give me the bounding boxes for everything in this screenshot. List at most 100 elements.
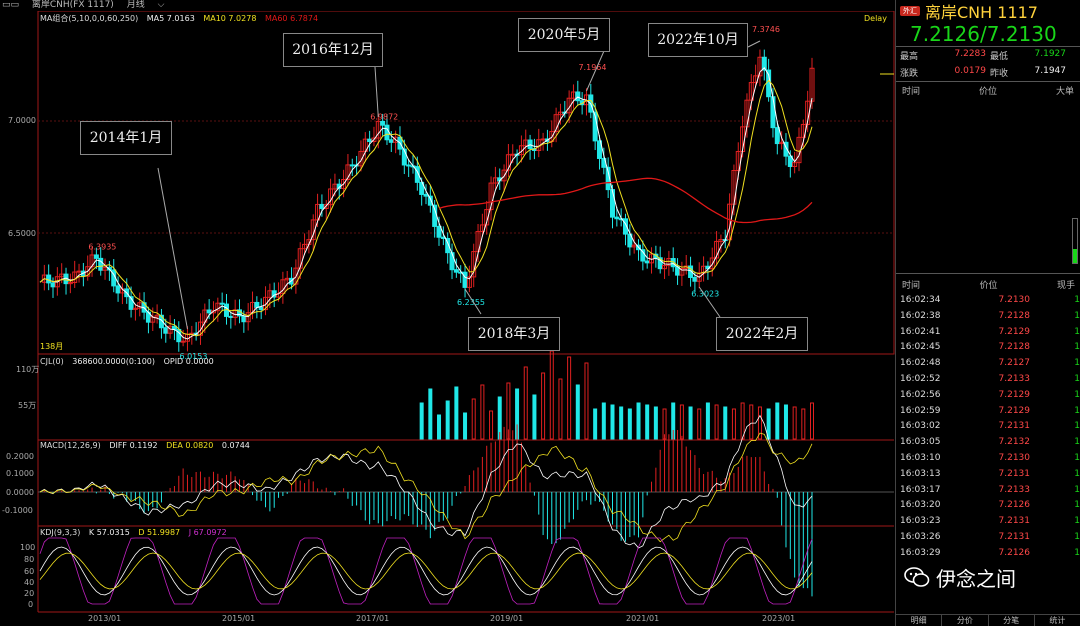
tick-row[interactable]: 16:03:29 7.2126 1 bbox=[896, 546, 1080, 562]
candle-body bbox=[254, 301, 260, 308]
kdj-tick-40: 40 bbox=[24, 578, 35, 587]
tick-row[interactable]: 16:02:41 7.2129 1 bbox=[896, 325, 1080, 341]
tick-vol: 1 bbox=[1074, 516, 1080, 527]
candle-body bbox=[380, 120, 386, 126]
low-value: 7.1927 bbox=[1034, 49, 1067, 59]
tick-vol: 1 bbox=[1074, 437, 1080, 448]
tick-row[interactable]: 16:03:23 7.2131 1 bbox=[896, 514, 1080, 530]
tick-price: 7.2129 bbox=[998, 389, 1031, 400]
kdj-header: KDJ(9,3,3) K 57.0315 D 51.9987 J 67.0972 bbox=[40, 528, 227, 537]
tick-vol: 1 bbox=[1074, 342, 1080, 353]
col-bigorder: 大单 bbox=[1055, 87, 1074, 97]
volume-bar bbox=[619, 406, 624, 440]
kdj-label[interactable]: KDJ(9,3,3) bbox=[40, 528, 80, 537]
tick-row[interactable]: 16:03:02 7.2131 1 bbox=[896, 419, 1080, 435]
quote-panel: 外汇 离岸CNH 1117 7.2126/7.2130 最高 7.2283 最低… bbox=[895, 0, 1080, 626]
volume-bar bbox=[645, 404, 650, 440]
trading-window: { "titlebar": {"symbol": "离岸CNH(FX 1117)… bbox=[0, 0, 1080, 626]
callout-pointer bbox=[747, 40, 761, 48]
volume-bar bbox=[714, 404, 719, 440]
instrument-name: 离岸CNH 1117 bbox=[925, 3, 1038, 22]
tick-row[interactable]: 16:03:05 7.2132 1 bbox=[896, 435, 1080, 451]
tick-price: 7.2126 bbox=[998, 500, 1031, 511]
high-value: 7.2283 bbox=[954, 49, 987, 59]
tick-time: 16:02:59 bbox=[900, 405, 941, 416]
candle-body bbox=[258, 306, 264, 311]
tick-row[interactable]: 16:02:45 7.2128 1 bbox=[896, 340, 1080, 356]
candle-body bbox=[98, 257, 104, 271]
tick-header: 时间 价位 现手 bbox=[896, 274, 1080, 293]
tick-row[interactable]: 16:03:26 7.2131 1 bbox=[896, 530, 1080, 546]
main-indicator-header: MA组合(5,10,0,0,60,250) MA5 7.0163 MA10 7.… bbox=[40, 13, 318, 24]
tick-vol: 1 bbox=[1074, 326, 1080, 337]
volume-bar bbox=[783, 404, 788, 440]
tick-price: 7.2133 bbox=[998, 484, 1031, 495]
kdj-tick-80: 80 bbox=[24, 555, 35, 564]
macd-label[interactable]: MACD(12,26,9) bbox=[40, 441, 101, 450]
tick-price: 7.2128 bbox=[998, 310, 1031, 321]
tick-row[interactable]: 16:02:59 7.2129 1 bbox=[896, 404, 1080, 420]
x-tick-2021: 2021/01 bbox=[626, 614, 660, 623]
volume-bar bbox=[801, 408, 806, 440]
candle-body bbox=[46, 274, 52, 284]
col-price2: 价位 bbox=[979, 281, 998, 291]
kdj-k-line bbox=[39, 546, 813, 596]
chart-area[interactable]: 6.3935 6.0153 6.9872 6.2355 7.1964 6.3023 7.37… bbox=[0, 11, 895, 613]
y-tick-7: 7.0000 bbox=[8, 116, 36, 125]
volume-bar bbox=[419, 402, 424, 440]
tab-trades[interactable]: 分笔 bbox=[989, 615, 1035, 626]
tick-vol: 1 bbox=[1074, 310, 1080, 321]
volume-bar bbox=[437, 414, 442, 440]
x-tick-2023: 2023/01 bbox=[762, 614, 796, 623]
tick-row[interactable]: 16:02:52 7.2133 1 bbox=[896, 372, 1080, 388]
volume-bar bbox=[688, 406, 693, 440]
tick-row[interactable]: 16:03:13 7.2131 1 bbox=[896, 467, 1080, 483]
tick-rows[interactable]: 16:02:34 7.2130 1 16:02:38 7.2128 1 16:02:41 7.… bbox=[896, 293, 1080, 562]
volume-bar bbox=[705, 402, 710, 440]
volume-label[interactable]: CJL(0) bbox=[40, 357, 64, 366]
x-tick-2013: 2013/01 bbox=[88, 614, 122, 623]
price-annotation: 7.1964 bbox=[578, 63, 606, 72]
tick-price: 7.2128 bbox=[998, 342, 1031, 353]
indicator-label[interactable]: MA组合(5,10,0,0,60,250) bbox=[40, 14, 138, 23]
window-control-icon[interactable]: ▭▭ bbox=[2, 0, 19, 10]
j-label: J 67.0972 bbox=[188, 528, 227, 537]
tick-time: 16:02:41 bbox=[900, 326, 941, 337]
candle-body bbox=[367, 138, 373, 143]
volume-bar bbox=[584, 362, 589, 440]
tick-time: 16:03:02 bbox=[900, 421, 941, 432]
volume-bar bbox=[463, 412, 468, 440]
tick-row[interactable]: 16:02:48 7.2127 1 bbox=[896, 356, 1080, 372]
tab-stats[interactable]: 统计 bbox=[1035, 615, 1080, 626]
volume-bar bbox=[454, 386, 459, 440]
tick-row[interactable]: 16:02:56 7.2129 1 bbox=[896, 388, 1080, 404]
chart-canvas[interactable]: 6.39356.01536.98726.23557.19646.30237.37… bbox=[0, 11, 895, 613]
tick-row[interactable]: 16:03:10 7.2130 1 bbox=[896, 451, 1080, 467]
tick-row[interactable]: 16:03:17 7.2133 1 bbox=[896, 483, 1080, 499]
candle-body bbox=[349, 164, 355, 167]
tab-price-dist[interactable]: 分价 bbox=[942, 615, 989, 626]
tick-row[interactable]: 16:02:34 7.2130 1 bbox=[896, 293, 1080, 309]
tab-detail[interactable]: 明细 bbox=[896, 615, 943, 626]
volume-bar bbox=[489, 410, 494, 440]
candle-body bbox=[427, 195, 433, 206]
volume-bar bbox=[740, 402, 745, 440]
tick-vol: 1 bbox=[1074, 421, 1080, 432]
col-volume: 现手 bbox=[1056, 281, 1075, 291]
volume-bar bbox=[636, 402, 641, 440]
tick-row[interactable]: 16:03:20 7.2126 1 bbox=[896, 498, 1080, 514]
change-value: 0.0179 bbox=[954, 66, 987, 76]
candle-body bbox=[774, 127, 780, 145]
tick-time: 16:02:52 bbox=[900, 373, 941, 384]
volume-bar bbox=[523, 366, 528, 440]
ma5-label: MA5 7.0163 bbox=[146, 14, 195, 23]
candle-body bbox=[241, 315, 247, 323]
wechat-icon bbox=[904, 567, 930, 587]
vol-tick-110: 110万 bbox=[16, 365, 40, 374]
tick-time: 16:02:34 bbox=[900, 295, 941, 305]
tick-row[interactable]: 16:02:38 7.2128 1 bbox=[896, 309, 1080, 325]
price-annotation: 6.2355 bbox=[457, 298, 485, 307]
tick-price: 7.2129 bbox=[998, 405, 1031, 416]
tick-vol: 1 bbox=[1074, 452, 1080, 463]
period-selector[interactable]: 月线 ⌵ bbox=[127, 0, 175, 10]
